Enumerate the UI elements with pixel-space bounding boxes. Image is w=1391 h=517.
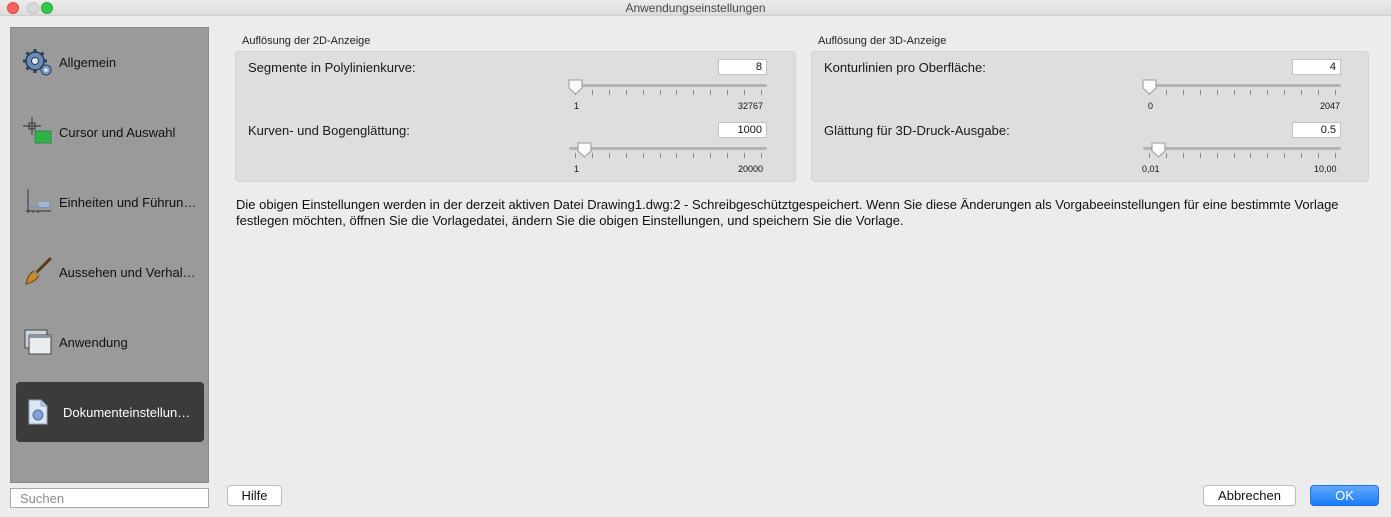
curve-smoothing-value-field[interactable] [718, 122, 767, 138]
3d-print-smoothing-min-label: 0,01 [1142, 164, 1160, 174]
3d-print-smoothing-max-label: 10,00 [1314, 164, 1337, 174]
slider-tick [1267, 153, 1269, 158]
segments-value-field[interactable] [718, 59, 767, 75]
paintbrush-icon [22, 256, 54, 288]
slider-tick [642, 153, 644, 158]
slider-tick [1301, 90, 1303, 95]
crosshair-selection-icon [22, 116, 54, 148]
contour-lines-max-label: 2047 [1320, 101, 1341, 111]
slider-track[interactable] [1143, 84, 1341, 87]
slider-tick [1216, 153, 1218, 158]
segments-min-label: 1 [574, 101, 580, 111]
slider-tick [744, 90, 746, 95]
slider-tick [676, 153, 678, 158]
slider-tick [1318, 153, 1320, 158]
slider-tick [710, 90, 712, 95]
slider-tick [1233, 90, 1235, 95]
slider-tick [710, 153, 712, 158]
units-axis-icon [22, 186, 54, 218]
slider-tick [727, 90, 729, 95]
slider-tick [1284, 90, 1286, 95]
slider-tick [1182, 90, 1184, 95]
slider-tick [575, 153, 576, 158]
resolution-3d-group: Konturlinien pro Oberfläche: 0 2047 Glät… [811, 51, 1369, 182]
slider-tick [659, 90, 661, 95]
slider-tick [1216, 90, 1218, 95]
3d-print-smoothing-value-field[interactable] [1292, 122, 1341, 138]
windows-icon [22, 326, 54, 358]
slider-tick [625, 90, 627, 95]
slider-tick [1267, 90, 1269, 95]
slider-tick [761, 153, 762, 158]
sidebar-item-dokumenteinstellungen[interactable]: Dokumenteinstellun… [16, 382, 204, 442]
slider-tick [693, 153, 695, 158]
slider-tick [608, 153, 610, 158]
slider-tick [693, 90, 695, 95]
slider-tick [1301, 153, 1303, 158]
slider-tick [1149, 153, 1150, 158]
window-title: Anwendungseinstellungen [625, 1, 766, 15]
slider-tick [642, 90, 644, 95]
slider-track[interactable] [569, 147, 767, 150]
sidebar-item-label: Aussehen und Verhal… [59, 264, 196, 280]
slider-tick [1250, 153, 1252, 158]
curve-smoothing-max-label: 20000 [738, 164, 764, 174]
resolution-2d-group: Segmente in Polylinienkurve: 1 32767 Kur… [235, 51, 796, 182]
segments-max-label: 32767 [738, 101, 764, 111]
slider-tick [1182, 153, 1184, 158]
slider-thumb[interactable] [1142, 79, 1157, 95]
slider-tick [1199, 153, 1201, 158]
sidebar-item-label: Cursor und Auswahl [59, 124, 176, 140]
slider-track[interactable] [1143, 147, 1341, 150]
slider-tick [591, 90, 593, 95]
slider-tick [761, 90, 762, 95]
slider-track[interactable] [569, 84, 767, 87]
gear-icon [22, 46, 54, 78]
sidebar: Allgemein Cursor und Auswahl Einheiten u [10, 27, 209, 483]
sidebar-item-aussehen[interactable]: Aussehen und Verhal… [16, 242, 204, 302]
curve-smoothing-min-label: 1 [574, 164, 580, 174]
slider-thumb[interactable] [1151, 142, 1166, 158]
setting-label-contour-lines: Konturlinien pro Oberfläche: [824, 60, 986, 75]
slider-tick [1233, 153, 1235, 158]
sidebar-item-einheiten[interactable]: Einheiten und Führun… [16, 172, 204, 232]
sidebar-item-label: Einheiten und Führun… [59, 194, 197, 210]
slider-tick [676, 90, 678, 95]
slider-tick [659, 153, 661, 158]
slider-tick [1284, 153, 1286, 158]
help-button[interactable]: Hilfe [227, 485, 282, 506]
slider-thumb[interactable] [577, 142, 592, 158]
slider-tick [1335, 90, 1336, 95]
sidebar-item-cursor[interactable]: Cursor und Auswahl [16, 102, 204, 162]
group-title-2d: Auflösung der 2D-Anzeige [242, 35, 371, 47]
sidebar-item-allgemein[interactable]: Allgemein [16, 32, 204, 92]
slider-tick [1165, 90, 1167, 95]
slider-tick [727, 153, 729, 158]
setting-label-segments: Segmente in Polylinienkurve: [248, 60, 416, 75]
slider-tick [1199, 90, 1201, 95]
slider-thumb[interactable] [568, 79, 583, 95]
contour-lines-value-field[interactable] [1292, 59, 1341, 75]
cancel-button[interactable]: Abbrechen [1203, 485, 1296, 506]
setting-label-3d-print-smoothing: Glättung für 3D-Druck-Ausgabe: [824, 123, 1010, 138]
setting-label-curve-smoothing: Kurven- und Bogenglättung: [248, 123, 410, 138]
group-title-3d: Auflösung der 3D-Anzeige [818, 35, 947, 47]
ok-button[interactable]: OK [1310, 485, 1379, 506]
sidebar-item-label: Anwendung [59, 334, 128, 350]
slider-tick [1250, 90, 1252, 95]
sidebar-item-label: Allgemein [59, 54, 117, 70]
sidebar-item-anwendung[interactable]: Anwendung [16, 312, 204, 372]
document-icon [22, 396, 54, 428]
search-input[interactable] [10, 488, 209, 508]
slider-tick [1318, 90, 1320, 95]
slider-tick [744, 153, 746, 158]
slider-tick [1335, 153, 1336, 158]
slider-tick [608, 90, 610, 95]
slider-tick [625, 153, 627, 158]
description-text: Die obigen Einstellungen werden in der d… [236, 197, 1339, 228]
contour-lines-min-label: 0 [1148, 101, 1154, 111]
title-bar: Anwendungseinstellungen [0, 0, 1391, 16]
sidebar-item-label: Dokumenteinstellun… [63, 404, 191, 420]
